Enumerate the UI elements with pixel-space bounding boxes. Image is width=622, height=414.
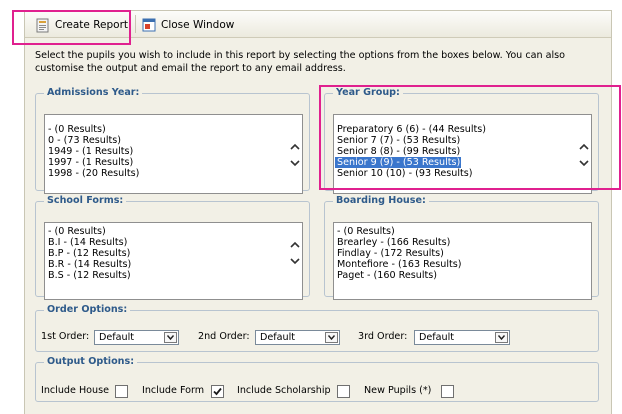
- admissions-year-group: Admissions Year: - (0 Results) 0 - (73 R…: [35, 87, 310, 194]
- school-forms-group: School Forms: - (0 Results) B.I - (14 Re…: [35, 195, 310, 300]
- include-form-checkbox[interactable]: [211, 385, 224, 398]
- first-order-label: 1st Order:: [41, 331, 90, 342]
- third-order-label: 3rd Order:: [358, 331, 408, 342]
- list-item[interactable]: - (0 Results): [48, 226, 106, 237]
- list-item[interactable]: Preparatory 6 (6) - (44 Results): [337, 124, 486, 135]
- checkmark-icon: [213, 387, 222, 396]
- first-order-select[interactable]: Default: [94, 330, 179, 345]
- list-item[interactable]: Montefiore - (163 Results): [337, 259, 462, 270]
- chevron-down-icon[interactable]: [578, 157, 590, 169]
- output-options-group: Output Options: Include House Include Fo…: [35, 356, 599, 402]
- new-pupils-checkbox[interactable]: [441, 385, 454, 398]
- instructions-text: Select the pupils you wish to include in…: [35, 50, 566, 74]
- close-window-label: Close Window: [161, 19, 235, 31]
- include-house-checkbox[interactable]: [115, 385, 128, 398]
- year-group-legend: Year Group:: [336, 87, 400, 98]
- year-group-group: Year Group: Preparatory 6 (6) - (44 Resu…: [324, 87, 599, 194]
- third-order-select[interactable]: Default: [414, 330, 510, 345]
- dropdown-arrow-icon[interactable]: [495, 332, 508, 343]
- include-scholarship-label: Include Scholarship: [237, 385, 331, 396]
- list-item[interactable]: 1949 - (1 Results): [48, 146, 133, 157]
- close-window-icon: [142, 18, 156, 32]
- create-report-label: Create Report: [55, 19, 129, 31]
- first-order-value: Default: [99, 332, 135, 343]
- list-item[interactable]: Senior 10 (10) - (93 Results): [337, 168, 473, 179]
- order-options-group: Order Options: 1st Order: Default 2nd Or…: [35, 304, 599, 352]
- list-item[interactable]: Senior 7 (7) - (53 Results): [337, 135, 460, 146]
- list-item[interactable]: Paget - (160 Results): [337, 270, 437, 281]
- chevron-up-icon[interactable]: [289, 141, 301, 153]
- output-options-legend: Output Options:: [47, 356, 135, 367]
- chevron-up-icon[interactable]: [289, 239, 301, 251]
- admissions-year-legend: Admissions Year:: [47, 87, 140, 98]
- chevron-down-icon[interactable]: [289, 255, 301, 267]
- list-item[interactable]: Senior 8 (8) - (99 Results): [337, 146, 460, 157]
- list-item[interactable]: B.S - (12 Results): [48, 270, 131, 281]
- chevron-up-icon[interactable]: [578, 141, 590, 153]
- list-item[interactable]: - (0 Results): [48, 124, 106, 135]
- boarding-house-listbox[interactable]: - (0 Results) Brearley - (166 Results) F…: [333, 222, 592, 300]
- second-order-label: 2nd Order:: [198, 331, 250, 342]
- third-order-value: Default: [419, 332, 455, 343]
- list-item[interactable]: Findlay - (172 Results): [337, 248, 444, 259]
- chevron-down-icon[interactable]: [289, 157, 301, 169]
- list-item[interactable]: 1998 - (20 Results): [48, 168, 139, 179]
- list-item-selected[interactable]: Senior 9 (9) - (53 Results): [335, 157, 461, 168]
- order-options-legend: Order Options:: [47, 304, 128, 315]
- school-forms-listbox[interactable]: - (0 Results) B.I - (14 Results) B.P - (…: [44, 222, 303, 300]
- list-item[interactable]: Brearley - (166 Results): [337, 237, 450, 248]
- toolbar-separator: [135, 15, 136, 33]
- report-window: Create Report Close Window Select the pu…: [24, 10, 612, 414]
- list-item[interactable]: - (0 Results): [337, 226, 395, 237]
- list-item[interactable]: B.I - (14 Results): [48, 237, 127, 248]
- admissions-year-scrollbar[interactable]: [288, 115, 302, 193]
- toolbar: Create Report Close Window: [25, 11, 611, 38]
- boarding-house-legend: Boarding House:: [336, 195, 426, 206]
- list-item[interactable]: 0 - (73 Results): [48, 135, 121, 146]
- admissions-year-listbox[interactable]: - (0 Results) 0 - (73 Results) 1949 - (1…: [44, 114, 303, 194]
- include-house-label: Include House: [41, 385, 110, 396]
- list-item[interactable]: B.R - (14 Results): [48, 259, 131, 270]
- school-forms-scrollbar[interactable]: [288, 223, 302, 299]
- second-order-select[interactable]: Default: [255, 330, 340, 345]
- create-report-button[interactable]: Create Report: [36, 17, 128, 33]
- year-group-scrollbar[interactable]: [577, 115, 591, 193]
- dropdown-arrow-icon[interactable]: [325, 332, 338, 343]
- year-group-listbox[interactable]: Preparatory 6 (6) - (44 Results) Senior …: [333, 114, 592, 194]
- school-forms-legend: School Forms:: [47, 195, 124, 206]
- new-pupils-label: New Pupils (*): [364, 385, 432, 396]
- second-order-value: Default: [260, 332, 296, 343]
- list-item[interactable]: 1997 - (1 Results): [48, 157, 133, 168]
- report-icon: [36, 18, 49, 32]
- include-scholarship-checkbox[interactable]: [337, 385, 350, 398]
- list-item[interactable]: B.P - (12 Results): [48, 248, 130, 259]
- dropdown-arrow-icon[interactable]: [164, 332, 177, 343]
- include-form-label: Include Form: [142, 385, 205, 396]
- boarding-house-group: Boarding House: - (0 Results) Brearley -…: [324, 195, 599, 300]
- close-window-button[interactable]: Close Window: [142, 17, 234, 33]
